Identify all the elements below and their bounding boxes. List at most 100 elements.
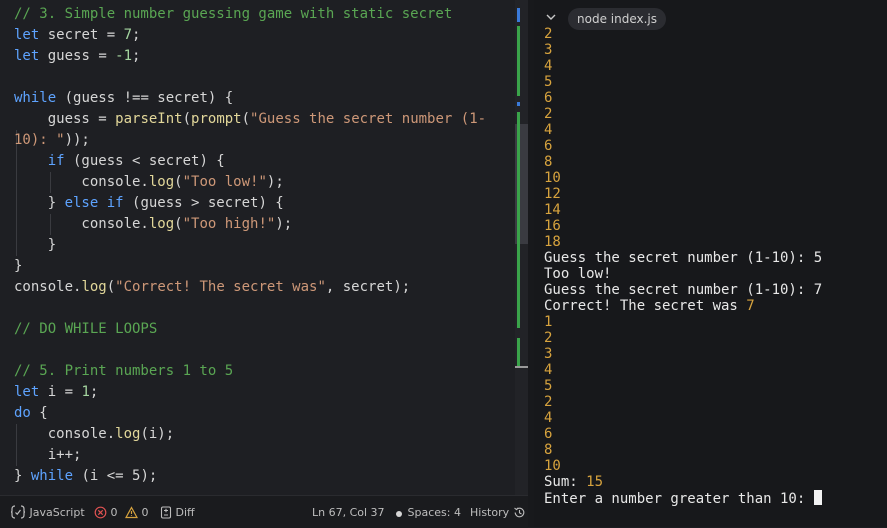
terminal-number: 1 bbox=[544, 314, 553, 330]
warning-count: 0 bbox=[141, 506, 149, 519]
chevron-down-icon[interactable] bbox=[544, 10, 558, 24]
terminal-number: 2 bbox=[544, 394, 553, 410]
terminal-line: 18 bbox=[544, 234, 822, 250]
terminal-line: Guess the secret number (1-10): 7 bbox=[544, 282, 822, 298]
code-line[interactable] bbox=[14, 340, 486, 361]
code-line[interactable]: // 3. Simple number guessing game with s… bbox=[14, 4, 486, 25]
code-line[interactable]: // 5. Print numbers 1 to 5 bbox=[14, 361, 486, 382]
code-token: = bbox=[106, 27, 124, 43]
terminal-line: 12 bbox=[544, 186, 822, 202]
code-token: let bbox=[14, 48, 40, 64]
terminal-number: 5 bbox=[544, 378, 553, 394]
terminal-number: 10 bbox=[544, 458, 561, 474]
code-line[interactable]: guess = parseInt(prompt("Guess the secre… bbox=[14, 109, 486, 130]
code-line[interactable]: console.log("Too low!"); bbox=[14, 172, 486, 193]
code-line[interactable]: // DO WHILE LOOPS bbox=[14, 319, 486, 340]
code-line[interactable]: if (guess < secret) { bbox=[14, 151, 486, 172]
terminal-number: 12 bbox=[544, 186, 561, 202]
code-line[interactable]: let i = 1; bbox=[14, 382, 486, 403]
history-label: History bbox=[470, 506, 510, 519]
code-token: )); bbox=[64, 132, 90, 148]
terminal-output[interactable]: 2 3 4 5 6 2 4 6 8 10 12 14 16 18 Guess the secret numb… bbox=[544, 26, 822, 507]
terminal-line: Sum: 15 bbox=[544, 474, 822, 490]
code-token: i++; bbox=[14, 447, 82, 463]
code-token: } bbox=[14, 468, 31, 484]
code-token: ); bbox=[275, 216, 293, 232]
terminal-line: 6 bbox=[544, 426, 822, 442]
code-token: 7 bbox=[123, 27, 133, 43]
terminal-line: 3 bbox=[544, 346, 822, 362]
terminal-number: 2 bbox=[544, 330, 553, 346]
code-token: 1 bbox=[81, 384, 90, 400]
status-bar: JavaScript 0 0 Diff Ln 67, Col 37 Spaces… bbox=[0, 495, 528, 528]
code-token: "Too high!" bbox=[182, 216, 276, 232]
code-line[interactable]: 10): ")); bbox=[14, 130, 486, 151]
language-mode[interactable]: JavaScript bbox=[10, 505, 85, 521]
terminal-line: 1 bbox=[544, 314, 822, 330]
problems-indicator[interactable]: 0 0 bbox=[94, 505, 149, 521]
terminal-line: 5 bbox=[544, 378, 822, 394]
terminal-line: Guess the secret number (1-10): 5 bbox=[544, 250, 822, 266]
code-token: (guess !== secret) { bbox=[56, 90, 234, 106]
code-token: let bbox=[14, 27, 40, 43]
code-line[interactable] bbox=[14, 298, 486, 319]
code-token: ; bbox=[132, 48, 141, 64]
cursor-position[interactable]: Ln 67, Col 37 bbox=[312, 505, 385, 521]
code-token: ; bbox=[89, 384, 99, 400]
terminal-text: Correct! The secret was bbox=[544, 298, 747, 314]
code-line[interactable]: } bbox=[14, 235, 486, 256]
terminal-number: 4 bbox=[544, 362, 553, 378]
code-line[interactable]: let guess = -1; bbox=[14, 46, 486, 67]
error-count: 0 bbox=[110, 506, 118, 519]
code-token: = bbox=[98, 48, 116, 64]
terminal-number: 6 bbox=[544, 426, 553, 442]
code-line[interactable]: } bbox=[14, 256, 486, 277]
editor-scrollbar[interactable] bbox=[515, 0, 528, 495]
code-lines[interactable]: // 3. Simple number guessing game with s… bbox=[14, 4, 486, 487]
code-line[interactable]: } while (i <= 5); bbox=[14, 466, 486, 487]
terminal-number: 8 bbox=[544, 442, 553, 458]
terminal-number: 3 bbox=[544, 346, 553, 362]
code-token: else if bbox=[64, 195, 124, 211]
code-line[interactable]: let secret = 7; bbox=[14, 25, 486, 46]
code-line[interactable]: do { bbox=[14, 403, 486, 424]
code-editor[interactable]: // 3. Simple number guessing game with s… bbox=[0, 0, 528, 495]
code-token: do bbox=[14, 405, 31, 421]
code-token: console. bbox=[14, 216, 149, 232]
code-token: guess bbox=[14, 111, 99, 127]
diff-label: Diff bbox=[175, 506, 195, 519]
code-token: "Correct! The secret was" bbox=[115, 279, 326, 295]
terminal-line: 3 bbox=[544, 42, 822, 58]
code-line[interactable]: i++; bbox=[14, 445, 486, 466]
terminal-line: 6 bbox=[544, 90, 822, 106]
code-token: prompt bbox=[191, 111, 242, 127]
terminal-text: Guess the secret number (1-10): 5 bbox=[544, 250, 823, 266]
terminal-line: 16 bbox=[544, 218, 822, 234]
history-icon bbox=[513, 507, 524, 518]
code-token: , secret); bbox=[325, 279, 411, 295]
history-button[interactable]: History bbox=[470, 505, 526, 521]
code-line[interactable]: console.log("Too high!"); bbox=[14, 214, 486, 235]
terminal-line: 6 bbox=[544, 138, 822, 154]
code-token: ( bbox=[174, 174, 183, 190]
terminal-line: 10 bbox=[544, 170, 822, 186]
code-token: log bbox=[148, 216, 175, 232]
language-label: JavaScript bbox=[29, 506, 85, 519]
code-line[interactable]: while (guess !== secret) { bbox=[14, 88, 486, 109]
code-token: } bbox=[14, 195, 65, 211]
diff-button[interactable]: Diff bbox=[160, 505, 195, 521]
change-marker bbox=[517, 338, 520, 368]
code-token: guess bbox=[39, 48, 99, 64]
code-token: } bbox=[14, 237, 57, 253]
terminal-number: 4 bbox=[544, 410, 553, 426]
code-line[interactable]: } else if (guess > secret) { bbox=[14, 193, 486, 214]
terminal-cursor[interactable] bbox=[813, 490, 822, 505]
code-line[interactable]: console.log("Correct! The secret was", s… bbox=[14, 277, 486, 298]
code-line[interactable]: console.log(i); bbox=[14, 424, 486, 445]
code-line[interactable] bbox=[14, 67, 486, 88]
terminal-line: 4 bbox=[544, 362, 822, 378]
terminal-panel[interactable]: node index.js 2 3 4 5 6 2 4 6 8 10 12 14 16 18 Guess t… bbox=[534, 0, 887, 527]
indentation-setting[interactable]: Spaces: 4 bbox=[394, 505, 461, 521]
code-token: log bbox=[81, 279, 107, 295]
code-token: // DO WHILE LOOPS bbox=[14, 321, 158, 337]
